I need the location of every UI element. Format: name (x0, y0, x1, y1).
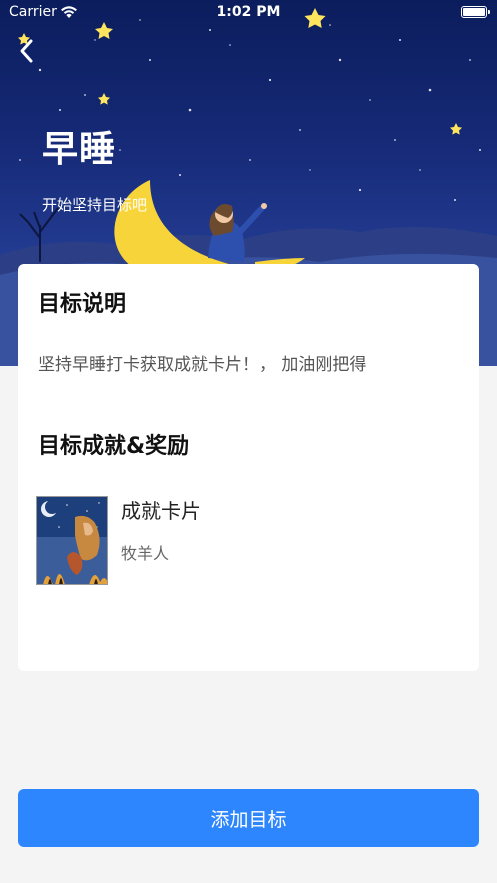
add-goal-button[interactable]: 添加目标 (18, 789, 479, 847)
reward-artwork-image (37, 497, 107, 584)
reward-name: 成就卡片 (121, 499, 201, 523)
goal-detail-screen: Carrier 1:02 PM 早睡 开始坚持目标吧 目标说明 坚持早睡打卡获取… (0, 0, 497, 883)
goal-description: 坚持早睡打卡获取成就卡片！， 加油刚把得 (38, 355, 367, 375)
page-subtitle: 开始坚持目标吧 (42, 196, 148, 214)
description-title: 目标说明 (38, 292, 127, 317)
back-button[interactable] (12, 36, 42, 66)
status-time: 1:02 PM (216, 4, 281, 20)
page-title: 早睡 (42, 129, 117, 170)
rewards-title: 目标成就&奖励 (38, 434, 190, 459)
chevron-left-icon (20, 39, 33, 63)
status-bar: Carrier 1:02 PM (0, 0, 497, 26)
battery-icon (461, 6, 490, 18)
reward-author: 牧羊人 (121, 544, 170, 563)
reward-card-thumbnail[interactable] (36, 496, 108, 585)
goal-card: 目标说明 坚持早睡打卡获取成就卡片！， 加油刚把得 目标成就&奖励 成就卡片 牧… (18, 264, 479, 671)
